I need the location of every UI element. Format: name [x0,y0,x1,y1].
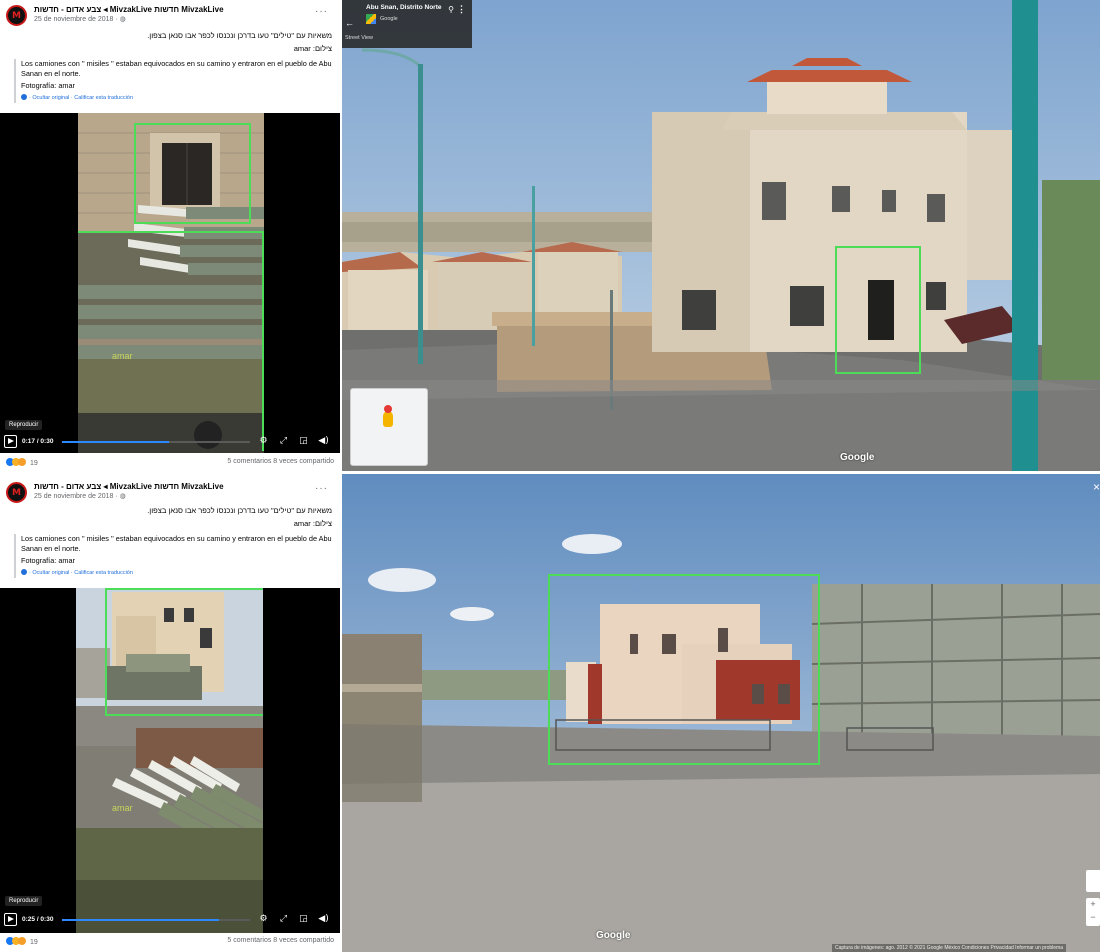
haha-reaction-icon [18,937,26,945]
highlight-box [105,588,263,716]
translation-block: Los camiones con '' misiles '' estaban e… [14,534,332,578]
haha-reaction-icon [18,458,26,466]
zoom-out-button[interactable]: − [1086,911,1100,924]
play-tooltip: Reproducir [5,420,43,430]
close-icon[interactable]: × [1093,480,1100,494]
page-name[interactable]: צבע אדום - חדשות ◂ MivzakLive חדשות Mivz… [34,482,224,491]
translation-links[interactable]: · Ocultar original · Calificar esta trad… [21,568,332,578]
post-footer: 19 5 comentarios 8 veces compartido [6,458,334,470]
location-title: Abu Snan, Distrito Norte [366,4,442,11]
post-text-hebrew-line1: משאיות עם "טילים" טעו בדרכן ונכנסו לכפר … [147,31,332,40]
street-view-top[interactable]: ← Abu Snan, Distrito Norte Google Street… [342,0,1100,471]
provider-label: Google [380,16,398,22]
miniplayer-icon[interactable]: ◲ [298,914,309,925]
arrow-left-icon[interactable]: ← [345,18,354,28]
post-text-hebrew-line2: צילום: amar [293,519,332,528]
google-maps-icon [366,14,376,24]
post-text-hebrew-line2: צילום: amar [293,44,332,53]
zoom-controls: + − [1086,898,1100,926]
play-button[interactable] [4,913,17,926]
video-progress[interactable] [62,441,250,443]
volume-icon[interactable]: ◀) [318,914,329,925]
miniplayer-icon[interactable]: ◲ [298,436,309,447]
post-text-hebrew-line1: משאיות עם "טילים" טעו בדרכן ונכנסו לכפר … [147,506,332,515]
post-date[interactable]: 25 de noviembre de 2018 · ◍ [34,492,126,500]
highlight-box [548,574,820,765]
street-view-scene [342,0,1100,471]
reactions[interactable]: 19 [6,937,38,946]
video-player[interactable]: amar Reproducir 0:25 / 0:30 ⚙ ⤢ ◲ ◀) [0,588,340,933]
facebook-post-top: M צבע אדום - חדשות ◂ MivzakLive חדשות Mi… [0,0,340,471]
video-progress[interactable] [62,919,250,921]
pegman-small-icon[interactable] [1086,870,1100,892]
highlight-box [835,246,921,374]
video-frame: amar [76,588,263,933]
location-pin-icon[interactable]: ⚲ [448,5,454,14]
post-header: M צבע אדום - חדשות ◂ MivzakLive חדשות Mi… [6,4,334,26]
progress-fill [62,441,169,443]
more-options-icon[interactable]: ⋮ [457,4,466,15]
translation-links[interactable]: · Ocultar original · Calificar esta trad… [21,93,332,103]
post-header: M צבע אדום - חדשות ◂ MivzakLive חדשות Mi… [6,481,334,503]
imagery-credits[interactable]: Captura de imágenes: ago. 2012 © 2021 Go… [832,944,1066,952]
zoom-in-button[interactable]: + [1086,898,1100,911]
facebook-post-bottom: M צבע אדום - חדשות ◂ MivzakLive חדשות Mi… [0,477,340,952]
fullscreen-icon[interactable]: ⤢ [278,436,289,447]
google-watermark: Google [596,930,631,941]
more-options-icon[interactable]: ··· [315,483,328,494]
page-avatar[interactable]: M [6,5,27,26]
globe-icon: ◍ [119,16,126,23]
page-name[interactable]: צבע אדום - חדשות ◂ MivzakLive חדשות Mivz… [34,5,224,14]
reactions[interactable]: 19 [6,458,38,467]
location-card: ← Abu Snan, Distrito Norte Google Street… [342,0,472,48]
highlight-box [134,123,251,224]
street-view-bottom[interactable]: × + − Google Captura de imágenes: ago. 2… [342,474,1100,952]
translation-credit: Fotografía: amar [21,81,75,90]
globe-icon: ◍ [119,493,126,500]
settings-icon[interactable]: ⚙ [258,914,269,925]
play-button[interactable] [4,435,17,448]
comments-shares[interactable]: 5 comentarios 8 veces compartido [227,937,334,944]
video-controls: 0:25 / 0:30 ⚙ ⤢ ◲ ◀) [4,913,336,927]
translation-text: Los camiones con '' misiles '' estaban e… [21,534,332,553]
translation-text: Los camiones con '' misiles '' estaban e… [21,59,332,78]
translation-credit: Fotografía: amar [21,556,75,565]
street-view-label: Street View [345,35,374,41]
settings-icon[interactable]: ⚙ [258,436,269,447]
pegman-minimap[interactable] [350,388,428,466]
video-watermark: amar [112,803,133,813]
progress-fill [62,919,219,921]
page-avatar[interactable]: M [6,482,27,503]
post-footer: 19 5 comentarios 8 veces compartido [6,937,334,949]
volume-icon[interactable]: ◀) [318,436,329,447]
video-watermark: amar [112,351,133,361]
translate-icon [21,569,27,575]
fullscreen-icon[interactable]: ⤢ [278,914,289,925]
play-tooltip: Reproducir [5,896,43,906]
highlight-box [78,231,264,451]
video-time: 0:17 / 0:30 [22,438,54,445]
translation-block: Los camiones con '' misiles '' estaban e… [14,59,332,103]
video-controls: 0:17 / 0:30 ⚙ ⤢ ◲ ◀) [4,435,336,449]
translate-icon [21,94,27,100]
post-date[interactable]: 25 de noviembre de 2018 · ◍ [34,15,126,23]
more-options-icon[interactable]: ··· [315,6,328,17]
video-player[interactable]: amar Reproducir 0:17 / 0:30 ⚙ ⤢ ◲ ◀) [0,113,340,453]
pegman-icon[interactable] [383,405,393,427]
google-watermark: Google [840,452,875,463]
comments-shares[interactable]: 5 comentarios 8 veces compartido [227,458,334,465]
video-frame: amar [78,113,264,453]
video-time: 0:25 / 0:30 [22,916,54,923]
